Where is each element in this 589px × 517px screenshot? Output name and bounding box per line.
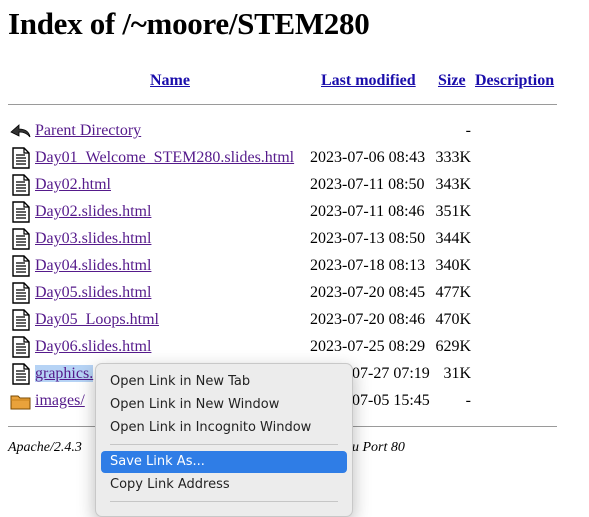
listing-row: Parent Directory - [0,120,589,147]
menu-separator [110,444,338,445]
last-modified: 2023-07-06 08:43 [310,149,426,166]
menu-separator [110,501,338,502]
menu-open-new-tab[interactable]: Open Link in New Tab [101,371,347,393]
file-link[interactable]: Day04.slides.html [35,257,151,274]
folder-icon [10,390,32,412]
file-size: 340K [435,257,471,274]
file-link[interactable]: Parent Directory [35,122,141,139]
file-link[interactable]: Day05_Loops.html [35,311,159,328]
menu-copy-link-address[interactable]: Copy Link Address [101,474,347,496]
file-size: 333K [435,149,471,166]
last-modified: 2023-07-18 08:13 [310,257,426,274]
listing-row: Day05_Loops.html 2023-07-20 08:46 470K [0,309,589,336]
listing-row: Day06.slides.html 2023-07-25 08:29 629K [0,336,589,363]
last-modified: 07-05 15:45 [352,392,430,409]
context-menu: Open Link in New Tab Open Link in New Wi… [95,363,353,517]
column-header-name[interactable]: Name [150,72,190,89]
text-file-icon [10,363,32,385]
column-header-description[interactable]: Description [475,72,554,89]
text-file-icon [10,309,32,331]
file-link[interactable]: Day01_Welcome_STEM280.slides.html [35,149,294,166]
listing-row: Day04.slides.html 2023-07-18 08:13 340K [0,255,589,282]
listing-row: Day01_Welcome_STEM280.slides.html 2023-07… [0,147,589,174]
file-size: - [465,122,471,139]
file-link[interactable]: graphics. [35,365,94,382]
back-icon [10,120,32,142]
text-file-icon [10,255,32,277]
last-modified: 2023-07-11 08:46 [310,203,425,220]
text-file-icon [10,336,32,358]
file-size: 344K [435,230,471,247]
menu-save-link-as[interactable]: Save Link As... [101,451,347,473]
last-modified: 2023-07-13 08:50 [310,230,426,247]
file-size: 477K [435,284,471,301]
listing-row: Day02.html 2023-07-11 08:50 343K [0,174,589,201]
text-file-icon [10,201,32,223]
file-link[interactable]: Day06.slides.html [35,338,151,355]
file-size: 470K [435,311,471,328]
column-header-last-modified[interactable]: Last modified [321,72,416,89]
file-size: 31K [443,365,471,382]
file-size: 629K [435,338,471,355]
last-modified: 2023-07-20 08:45 [310,284,426,301]
text-file-icon [10,282,32,304]
file-link[interactable]: Day03.slides.html [35,230,151,247]
listing-row: Day03.slides.html 2023-07-13 08:50 344K [0,228,589,255]
listing-row: Day05.slides.html 2023-07-20 08:45 477K [0,282,589,309]
menu-open-new-window[interactable]: Open Link in New Window [101,394,347,416]
last-modified: 2023-07-11 08:50 [310,176,425,193]
text-file-icon [10,147,32,169]
text-file-icon [10,228,32,250]
file-link[interactable]: images/ [35,392,85,409]
column-header-size[interactable]: Size [438,72,466,89]
listing-row: Day02.slides.html 2023-07-11 08:46 351K [0,201,589,228]
last-modified: 2023-07-20 08:46 [310,311,426,328]
header-divider [8,104,557,105]
file-link[interactable]: Day02.slides.html [35,203,151,220]
file-size: 343K [435,176,471,193]
last-modified: 07-27 07:19 [352,365,430,382]
server-signature: Apache/2.4.3 du Port 80 [8,440,405,455]
last-modified: 2023-07-25 08:29 [310,338,426,355]
page-title: Index of /~moore/STEM280 [8,6,370,41]
menu-open-incognito[interactable]: Open Link in Incognito Window [101,417,347,439]
file-size: - [465,392,471,409]
text-file-icon [10,174,32,196]
file-link[interactable]: Day05.slides.html [35,284,151,301]
file-size: 351K [435,203,471,220]
file-link[interactable]: Day02.html [35,176,111,193]
